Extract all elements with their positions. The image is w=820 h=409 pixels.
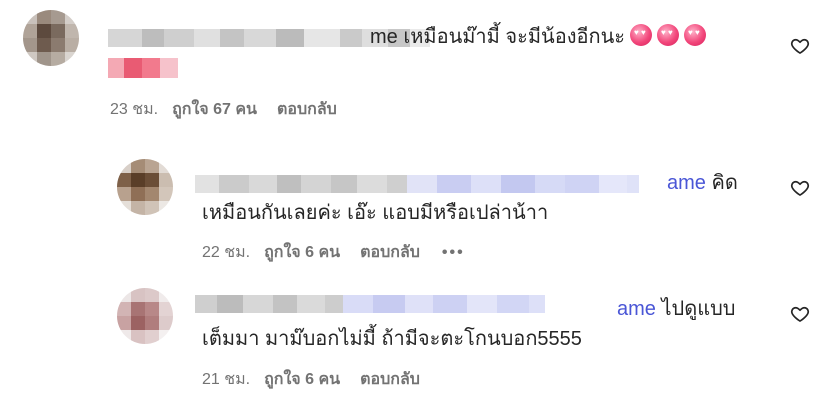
like-count[interactable]: ถูกใจ 67 คน xyxy=(172,100,257,120)
comment-1: me เหมือนม๊ามี้ จะมีน้องอีกนะ 23 ชม. ถูก… xyxy=(0,0,820,140)
avatar[interactable] xyxy=(117,288,173,344)
timestamp[interactable]: 22 ชม. xyxy=(202,243,250,263)
heart-icon[interactable] xyxy=(790,36,810,56)
comment-text-line2: เต็มมา มาม๊บอกไม่มี้ ถ้ามีจะตะโกนบอก5555 xyxy=(202,328,582,350)
more-options-icon[interactable]: ••• xyxy=(442,243,465,263)
reply-button[interactable]: ตอบกลับ xyxy=(360,370,420,390)
comment-text-line1: ame คิด xyxy=(667,168,738,198)
heart-icon[interactable] xyxy=(790,178,810,198)
avatar[interactable] xyxy=(23,10,79,66)
timestamp[interactable]: 21 ชม. xyxy=(202,370,250,390)
avatar[interactable] xyxy=(117,159,173,215)
comment-text-line1: ame ไปดูแบบ xyxy=(617,294,736,324)
username-tail[interactable]: me xyxy=(370,26,398,48)
comment-body: เหมือนม๊ามี้ จะมีน้องอีกนะ xyxy=(403,26,626,48)
comment-meta: 21 ชม. ถูกใจ 6 คน ตอบกลับ xyxy=(202,370,420,390)
comment-body: ไปดูแบบ xyxy=(661,298,736,320)
mention-tail[interactable]: ame xyxy=(667,172,706,194)
username-blurred[interactable] xyxy=(195,295,545,313)
mention-tail[interactable]: ame xyxy=(617,298,656,320)
username-blurred[interactable] xyxy=(195,175,639,193)
comment-text: me เหมือนม๊ามี้ จะมีน้องอีกนะ xyxy=(370,22,707,52)
reply-button[interactable]: ตอบกลับ xyxy=(277,100,337,120)
like-count[interactable]: ถูกใจ 6 คน xyxy=(264,370,340,390)
comment-text-line2: เหมือนกันเลยค่ะ เอ๊ะ แอบมีหรือเปล่าน้าา xyxy=(202,202,549,224)
timestamp[interactable]: 23 ชม. xyxy=(110,100,158,120)
comment-body: คิด xyxy=(711,172,738,194)
heart-eyes-emoji xyxy=(630,24,653,46)
username-blurred-line2 xyxy=(108,58,178,78)
comment-meta: 23 ชม. ถูกใจ 67 คน ตอบกลับ xyxy=(110,100,337,120)
comment-3: ame ไปดูแบบ เต็มมา มาม๊บอกไม่มี้ ถ้ามีจะ… xyxy=(0,270,820,409)
reply-button[interactable]: ตอบกลับ xyxy=(360,243,420,263)
heart-icon[interactable] xyxy=(790,304,810,324)
comment-meta: 22 ชม. ถูกใจ 6 คน ตอบกลับ ••• xyxy=(202,243,465,263)
heart-eyes-emoji xyxy=(657,24,680,46)
heart-eyes-emoji xyxy=(684,24,707,46)
like-count[interactable]: ถูกใจ 6 คน xyxy=(264,243,340,263)
comment-2: ame คิด เหมือนกันเลยค่ะ เอ๊ะ แอบมีหรือเป… xyxy=(0,140,820,270)
